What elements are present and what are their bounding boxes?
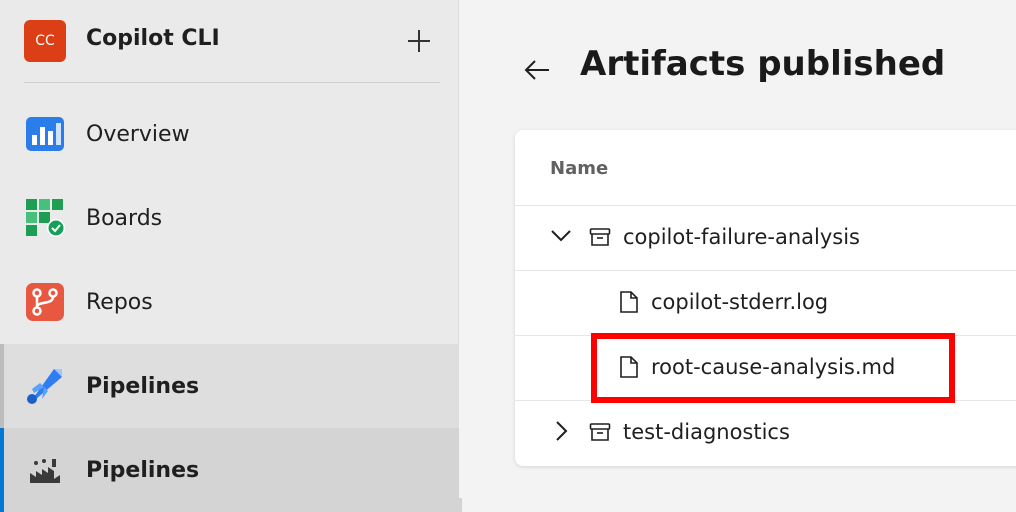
file-row[interactable]: root-cause-analysis.md bbox=[515, 335, 1016, 401]
sidebar: CC Copilot CLI Overview Boards Repos Pip… bbox=[0, 0, 462, 512]
sidebar-item-label: Repos bbox=[86, 289, 153, 315]
project-avatar[interactable]: CC bbox=[24, 20, 66, 62]
overview-icon bbox=[26, 117, 64, 151]
sidebar-item-pipelines[interactable]: Pipelines bbox=[0, 344, 462, 428]
plus-icon bbox=[408, 30, 430, 52]
column-header-name[interactable]: Name bbox=[550, 158, 608, 179]
artifact-name: test-diagnostics bbox=[623, 420, 790, 444]
chevron-down-icon[interactable] bbox=[549, 224, 573, 248]
page-title: Artifacts published bbox=[580, 44, 946, 84]
file-icon bbox=[620, 291, 638, 313]
pipelines-sub-icon bbox=[30, 459, 60, 483]
project-name[interactable]: Copilot CLI bbox=[86, 26, 220, 51]
pipelines-icon bbox=[27, 369, 62, 404]
sidebar-item-repos[interactable]: Repos bbox=[0, 260, 458, 344]
boards-icon bbox=[26, 199, 65, 237]
repos-icon bbox=[26, 283, 64, 321]
sidebar-divider bbox=[24, 82, 440, 83]
file-name: copilot-stderr.log bbox=[651, 290, 829, 314]
sidebar-item-overview[interactable]: Overview bbox=[0, 92, 458, 176]
sidebar-item-label: Overview bbox=[86, 121, 190, 147]
project-header: CC Copilot CLI bbox=[24, 20, 440, 62]
sidebar-item-pipelines-sub[interactable]: Pipelines bbox=[0, 428, 462, 512]
add-button[interactable] bbox=[406, 22, 432, 60]
artifact-box-icon bbox=[589, 423, 611, 441]
sidebar-item-boards[interactable]: Boards bbox=[0, 176, 458, 260]
main-content: Artifacts published Name copilot-failure… bbox=[459, 0, 1016, 498]
chevron-right-icon[interactable] bbox=[549, 419, 573, 443]
sidebar-item-label: Pipelines bbox=[86, 457, 200, 483]
artifact-row[interactable]: test-diagnostics bbox=[515, 400, 1016, 466]
back-arrow-icon[interactable] bbox=[523, 58, 551, 82]
sidebar-item-label: Pipelines bbox=[86, 373, 200, 399]
artifact-box-icon bbox=[589, 228, 611, 246]
artifacts-table: Name copilot-failure-analysis copilot-st… bbox=[515, 130, 1016, 466]
artifact-row[interactable]: copilot-failure-analysis bbox=[515, 205, 1016, 271]
sidebar-item-label: Boards bbox=[86, 205, 163, 231]
artifact-name: copilot-failure-analysis bbox=[623, 225, 860, 249]
file-name: root-cause-analysis.md bbox=[651, 355, 896, 379]
file-icon bbox=[620, 356, 638, 378]
file-row[interactable]: copilot-stderr.log bbox=[515, 270, 1016, 336]
